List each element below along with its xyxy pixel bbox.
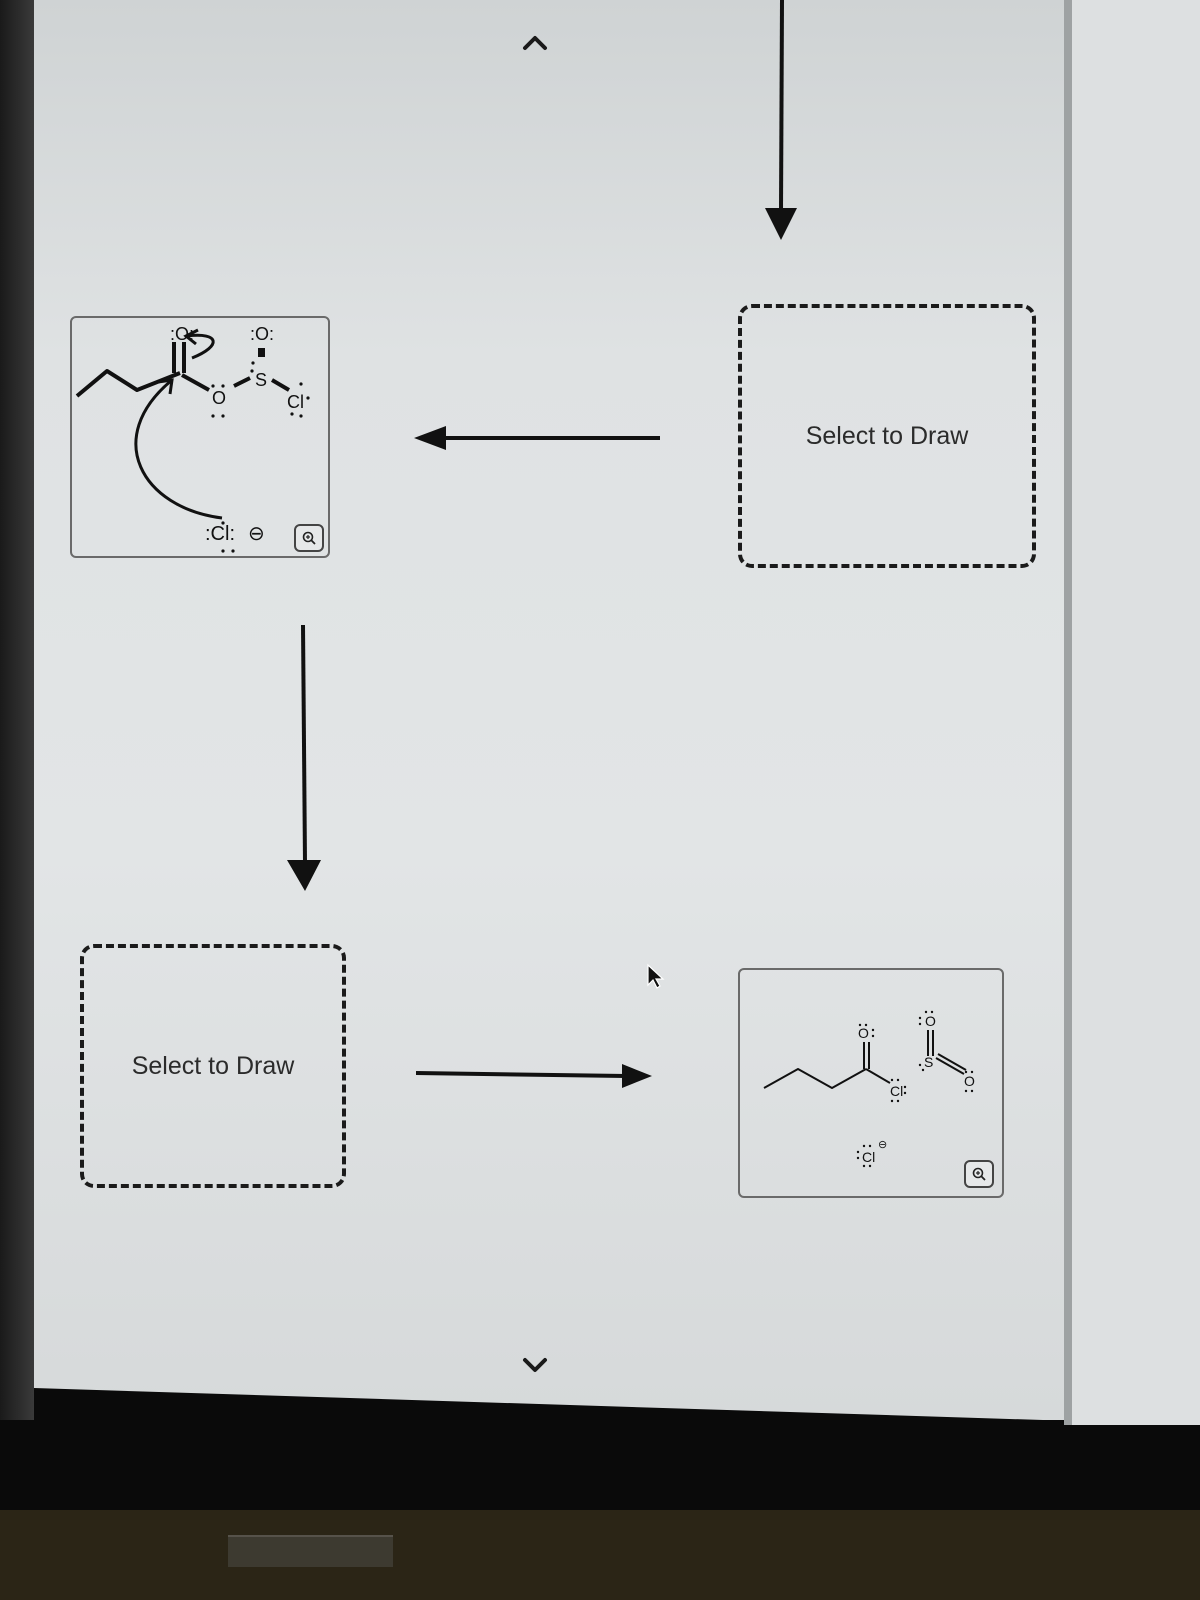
step2-select-to-draw: Select to Draw	[805, 421, 969, 450]
negative-charge-label: ⊖	[248, 523, 265, 545]
mouse-cursor-icon	[647, 963, 665, 989]
sulfinyl-oxygen-label: :O:	[250, 324, 274, 344]
acyl-oxygen-label: O	[858, 1025, 869, 1041]
arrow-down-into-step2	[765, 0, 797, 240]
chlorine-label: Cl	[287, 392, 304, 412]
step1-zoom-button[interactable]	[294, 524, 324, 552]
desk-surface	[0, 1510, 1200, 1600]
negative-charge-label: ⊖	[878, 1139, 887, 1151]
step4-molecule-drawing: O Cl O S O Cl ⊖	[763, 1010, 975, 1168]
monitor-stand	[228, 1535, 393, 1567]
step1-structure-box[interactable]: :O: :O: O S Cl :Cl: ⊖	[70, 316, 330, 558]
step3-select-to-draw: Select to Draw	[131, 1051, 295, 1080]
screen	[0, 0, 1200, 1420]
monitor-bezel-left	[0, 0, 34, 1420]
chevron-down-icon[interactable]	[520, 1355, 550, 1375]
so2-oxygen-top-label: O	[925, 1013, 936, 1029]
chloride-ion-label: Cl	[862, 1149, 875, 1165]
step2-draw-area[interactable]: Select to Draw	[738, 304, 1036, 568]
chloride-ion-label: :Cl:	[205, 523, 235, 545]
acyl-chlorine-label: Cl	[890, 1083, 903, 1099]
arrow-right-to-step4	[416, 1064, 652, 1088]
magnifier-plus-icon	[302, 531, 316, 545]
step4-structure-box[interactable]: O Cl O S O Cl ⊖	[738, 968, 1004, 1198]
step3-draw-area[interactable]: Select to Draw	[80, 944, 346, 1188]
lone-pair-dots	[856, 1010, 974, 1168]
step1-molecule-drawing: :O: :O: O S Cl :Cl: ⊖	[75, 324, 310, 553]
arrow-left-to-step1	[414, 426, 660, 450]
step4-zoom-button[interactable]	[964, 1160, 994, 1188]
sulfur-label: S	[255, 370, 267, 390]
chevron-up-icon[interactable]	[520, 32, 550, 52]
ester-oxygen-label: O	[212, 388, 226, 408]
right-side-panel	[1064, 0, 1200, 1425]
arrow-down-to-step3	[287, 625, 321, 891]
magnifier-plus-icon	[972, 1167, 986, 1181]
so2-sulfur-label: S	[924, 1054, 933, 1070]
so2-oxygen-right-label: O	[964, 1073, 975, 1089]
